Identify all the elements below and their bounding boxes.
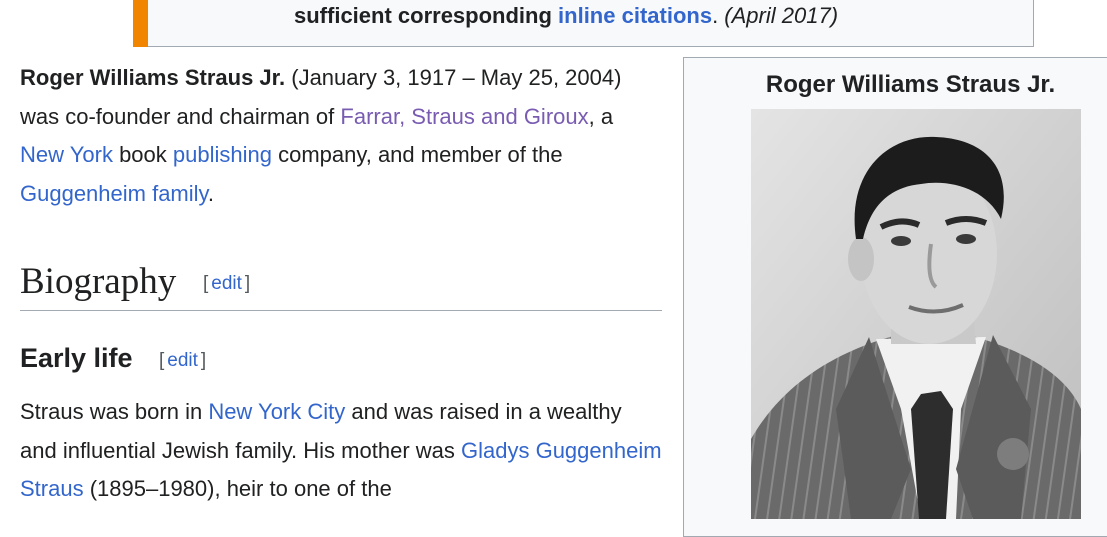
biography-heading-text: Biography (20, 261, 177, 302)
biography-edit-link[interactable]: edit (211, 273, 242, 294)
notice-text: sufficient corresponding inline citation… (294, 3, 839, 28)
new-york-city-link[interactable]: New York City (208, 399, 345, 424)
notice-severity-bar (133, 0, 148, 47)
portrait-photo[interactable] (751, 109, 1081, 519)
guggenheim-family-link[interactable]: Guggenheim family (20, 181, 208, 206)
early-life-paragraph: Straus was born in New York City and was… (20, 399, 662, 501)
early-life-edit-link[interactable]: edit (167, 350, 198, 371)
lead-paragraph: Roger Williams Straus Jr. (January 3, 19… (20, 65, 622, 206)
subject-name: Roger Williams Straus Jr. (20, 65, 286, 90)
infobox-title: Roger Williams Straus Jr. (765, 71, 1056, 98)
notice-bold-text: sufficient corresponding inline citation… (294, 3, 713, 28)
biography-section-heading: Biography [edit] (20, 258, 662, 311)
biography-edit-section: [edit] (203, 273, 251, 294)
early-life-heading-text: Early life (20, 343, 133, 373)
fsg-link[interactable]: Farrar, Straus and Giroux (340, 104, 588, 129)
early-life-edit-section: [edit] (159, 350, 207, 371)
inline-citations-link[interactable]: inline citations (558, 3, 712, 28)
publishing-link[interactable]: publishing (173, 142, 272, 167)
new-york-link[interactable]: New York (20, 142, 113, 167)
portrait-image (751, 109, 1081, 519)
notice-date: (April 2017) (724, 3, 839, 28)
